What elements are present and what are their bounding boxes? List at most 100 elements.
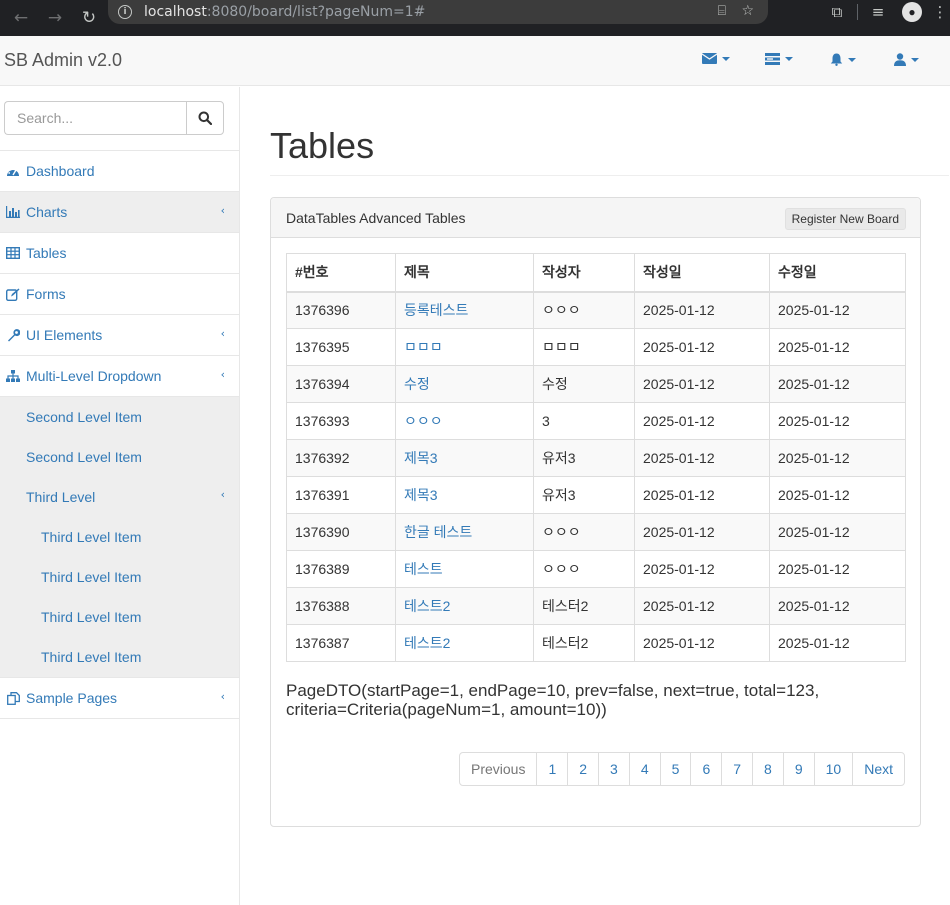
cell-regdate: 2025-01-12	[634, 550, 770, 588]
sidebar-item-sample-pages[interactable]: Sample Pages ‹	[0, 678, 239, 719]
sidebar-second-level-item[interactable]: Second Level Item	[0, 437, 239, 477]
cell-writer: 유저3	[533, 439, 635, 477]
pagination: Previous 1 2 3 4 5 6 7 8 9 10 Next	[458, 752, 905, 786]
cell-title: ㅇㅇㅇ	[395, 402, 534, 440]
sidebar-third-level-toggle[interactable]: Third Level ‹	[0, 477, 239, 517]
caret-down-icon	[785, 57, 793, 61]
cell-number: 1376396	[286, 291, 396, 329]
cell-title: 제목3	[395, 439, 534, 477]
cell-updatedate: 2025-01-12	[769, 476, 906, 514]
translate-icon[interactable]: ⌸	[718, 3, 726, 19]
sidebar-third-level-item[interactable]: Third Level Item	[0, 597, 239, 637]
search-input[interactable]	[4, 101, 186, 135]
chevron-left-icon: ‹	[220, 204, 225, 217]
board-title-link[interactable]: 제목3	[404, 487, 438, 503]
board-title-link[interactable]: 테스트	[404, 561, 443, 577]
extension-area: ⧉ ≡ ● ⋮	[821, 0, 950, 24]
bell-icon	[830, 53, 843, 66]
search-button[interactable]	[186, 101, 224, 135]
pagination-page[interactable]: 3	[598, 752, 630, 786]
column-header-title: 제목	[395, 253, 534, 293]
board-title-link[interactable]: 수정	[404, 376, 430, 392]
site-info-icon[interactable]: i	[118, 5, 132, 19]
board-title-link[interactable]: 한글 테스트	[404, 524, 472, 540]
register-new-board-button[interactable]: Register New Board	[784, 208, 906, 230]
sidebar-item-dashboard[interactable]: Dashboard	[0, 151, 239, 192]
url-text: localhost:8080/board/list?pageNum=1#	[144, 4, 426, 20]
cell-updatedate: 2025-01-12	[769, 365, 906, 403]
media-queue-icon[interactable]: ≡	[862, 3, 894, 21]
board-title-link[interactable]: ㅁㅁㅁ	[404, 339, 443, 355]
pagination-page[interactable]: 9	[782, 752, 815, 786]
menu-dots-icon[interactable]: ⋮	[930, 3, 950, 21]
sidebar-second-level-item[interactable]: Second Level Item	[0, 397, 239, 437]
messages-dropdown[interactable]	[702, 53, 730, 64]
cell-number: 1376390	[286, 513, 396, 551]
multi-level-submenu: Second Level Item Second Level Item Thir…	[0, 397, 239, 678]
column-header-writer: 작성자	[533, 253, 635, 293]
board-title-link[interactable]: 제목3	[404, 450, 438, 466]
cell-title: 테스트2	[395, 587, 534, 625]
sidebar-third-level-item[interactable]: Third Level Item	[0, 557, 239, 597]
pagination-page[interactable]: 7	[721, 752, 754, 786]
pagination-page[interactable]: 4	[628, 752, 661, 786]
cell-number: 1376388	[286, 587, 396, 625]
sidebar-item-forms[interactable]: Forms	[0, 274, 239, 315]
sidebar-item-tables[interactable]: Tables	[0, 233, 239, 274]
cell-updatedate: 2025-01-12	[769, 513, 906, 551]
sidebar-item-charts[interactable]: Charts ‹	[0, 192, 239, 233]
cell-writer: ㅇㅇㅇ	[533, 291, 635, 329]
table-row: 1376391 제목3 유저3 2025-01-12 2025-01-12	[286, 476, 906, 514]
pagination-page[interactable]: 1	[536, 752, 569, 786]
forward-icon[interactable]: →	[42, 5, 68, 31]
pagination-page[interactable]: 6	[690, 752, 723, 786]
cell-number: 1376394	[286, 365, 396, 403]
toolbar-divider	[857, 4, 858, 20]
table-row: 1376387 테스트2 테스터2 2025-01-12 2025-01-12	[286, 624, 906, 662]
alerts-dropdown[interactable]	[830, 53, 856, 66]
pagination-page[interactable]: 10	[813, 752, 854, 786]
cell-number: 1376387	[286, 624, 396, 662]
table-row: 1376390 한글 테스트 ㅇㅇㅇ 2025-01-12 2025-01-12	[286, 513, 906, 551]
table-row: 1376396 등록테스트 ㅇㅇㅇ 2025-01-12 2025-01-12	[286, 291, 906, 329]
pagination-page[interactable]: 5	[659, 752, 692, 786]
page-title: Tables	[270, 125, 375, 166]
sidebar-item-label: Third Level	[26, 489, 96, 505]
bookmark-star-icon[interactable]: ☆	[741, 3, 754, 19]
pagination-previous[interactable]: Previous	[458, 752, 538, 786]
address-bar[interactable]: i localhost:8080/board/list?pageNum=1# ⌸…	[108, 0, 768, 24]
cell-title: 테스트2	[395, 624, 534, 662]
profile-avatar-icon[interactable]: ●	[902, 2, 922, 22]
pagination-page[interactable]: 8	[752, 752, 784, 786]
cell-number: 1376392	[286, 439, 396, 477]
board-title-link[interactable]: 등록테스트	[404, 302, 468, 318]
envelope-icon	[702, 53, 717, 64]
cell-title: 수정	[395, 365, 534, 403]
reload-icon[interactable]: ↻	[76, 5, 102, 31]
cell-writer: 수정	[533, 365, 635, 403]
sidebar-third-level-item[interactable]: Third Level Item	[0, 637, 239, 677]
sidebar-item-multi-level-dropdown[interactable]: Multi-Level Dropdown ‹	[0, 356, 239, 397]
cell-regdate: 2025-01-12	[634, 624, 770, 662]
chevron-left-icon: ‹	[220, 690, 225, 703]
pagination-page[interactable]: 2	[567, 752, 600, 786]
table-icon	[6, 247, 20, 259]
sidebar-third-level-item[interactable]: Third Level Item	[0, 517, 239, 557]
board-title-link[interactable]: ㅇㅇㅇ	[404, 413, 443, 429]
extensions-icon[interactable]: ⧉	[821, 3, 853, 21]
pagination-next[interactable]: Next	[852, 752, 905, 786]
sidebar-item-ui-elements[interactable]: UI Elements ‹	[0, 315, 239, 356]
tasks-dropdown[interactable]	[765, 53, 793, 65]
back-icon[interactable]: ←	[8, 5, 34, 31]
user-dropdown[interactable]	[894, 53, 919, 66]
board-table: #번호 제목 작성자 작성일 수정일 1376396 등록테스트 ㅇㅇㅇ 2025-0…	[286, 253, 906, 662]
table-row: 1376388 테스트2 테스터2 2025-01-12 2025-01-12	[286, 587, 906, 625]
brand-title[interactable]: SB Admin v2.0	[4, 50, 122, 71]
wrench-icon	[6, 328, 20, 342]
cell-writer: ㅁㅁㅁ	[533, 328, 635, 366]
title-divider	[270, 175, 949, 176]
board-title-link[interactable]: 테스트2	[404, 598, 450, 614]
cell-title: 테스트	[395, 550, 534, 588]
board-title-link[interactable]: 테스트2	[404, 635, 450, 651]
chevron-left-icon: ‹	[220, 488, 225, 501]
